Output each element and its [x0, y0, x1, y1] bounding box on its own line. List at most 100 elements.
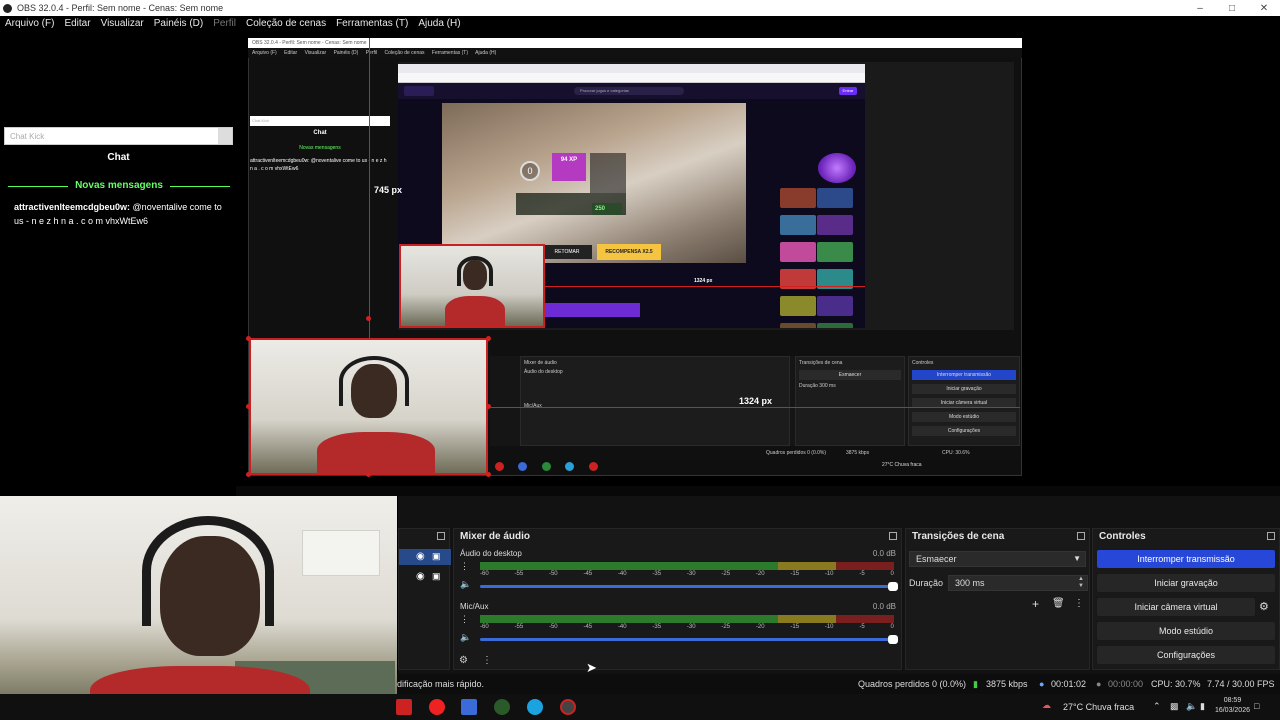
resize-handle[interactable]	[246, 404, 251, 409]
games-grid	[780, 188, 858, 328]
obs-window: OBS 32.0.4 - Perfil: Sem nome - Cenas: S…	[0, 0, 1280, 720]
nested-transitions: Transições de cena Esmaecer Duração 300 …	[795, 356, 905, 446]
speaker-icon[interactable]: 🔈	[1186, 701, 1197, 712]
person-shirt	[445, 296, 505, 326]
edge-icon[interactable]	[527, 699, 543, 715]
float-dock-icon[interactable]	[1077, 532, 1085, 540]
kebab-menu-icon[interactable]: ⋮	[1074, 598, 1084, 609]
trash-icon[interactable]: 🗑	[1052, 598, 1065, 609]
hud-xp: 94 XP	[552, 153, 586, 181]
chat-placeholder: Chat Kick	[10, 132, 45, 141]
resize-handle[interactable]	[486, 336, 491, 341]
stream-icon: ●	[1039, 679, 1045, 689]
stop-stream-button[interactable]: Interromper transmissão	[1097, 550, 1275, 568]
volume-slider[interactable]	[480, 582, 898, 591]
menu-arquivo[interactable]: Arquivo (F)	[0, 16, 59, 32]
menu-ferramentas[interactable]: Ferramentas (T)	[331, 16, 413, 32]
person-head	[351, 364, 397, 418]
volume-slider[interactable]	[480, 635, 898, 644]
clock-time: 08:59	[1223, 697, 1242, 704]
eye-icon[interactable]: ◉	[416, 551, 425, 562]
close-icon[interactable]: ✕	[1248, 3, 1280, 14]
network-icon[interactable]: ▩	[1170, 701, 1179, 712]
menu-colecao-cenas[interactable]: Coleção de cenas	[241, 16, 331, 32]
resize-handle[interactable]	[246, 472, 251, 477]
maximize-icon[interactable]: □	[1216, 3, 1248, 14]
explorer-icon[interactable]	[461, 699, 477, 715]
nested-status: Quadros perdidos 0 (0.0%) 3875 kbps CPU:…	[490, 448, 1020, 458]
nested-cpu: CPU: 30.6%	[942, 450, 970, 456]
float-dock-icon[interactable]	[889, 532, 897, 540]
dock-splitter[interactable]	[236, 486, 1280, 496]
speaker-icon[interactable]: 🔈	[460, 579, 471, 590]
nested-menu-item: Ferramentas (T)	[431, 50, 469, 56]
lock-icon[interactable]: ▣	[432, 571, 441, 582]
kebab-menu-icon[interactable]: ⋮	[460, 561, 469, 572]
guide-nested-label: 1324 px	[694, 278, 713, 284]
nested-fade: Esmaecer	[799, 370, 901, 380]
slider-knob[interactable]	[888, 582, 898, 591]
resize-handle[interactable]	[366, 316, 371, 321]
gear-icon[interactable]: ⚙	[1259, 598, 1273, 616]
menu-ajuda[interactable]: Ajuda (H)	[413, 16, 465, 32]
source-row-selected[interactable]: ◉ ▣	[399, 549, 451, 565]
start-recording-button[interactable]: Iniciar gravação	[1097, 574, 1275, 592]
plus-icon[interactable]: +	[1032, 597, 1039, 611]
gear-icon[interactable]: ⚙	[459, 655, 468, 666]
site-header: Procurar jogos e categorias Entrar	[398, 83, 865, 99]
channel-name: Mic/Aux	[460, 602, 489, 611]
transition-select[interactable]: Esmaecer ▼	[909, 551, 1086, 567]
resize-handle[interactable]	[246, 336, 251, 341]
app-icon	[565, 462, 575, 471]
channel-db: 0.0 dB	[872, 549, 896, 558]
store-icon[interactable]	[396, 699, 412, 715]
obs-icon[interactable]	[560, 699, 576, 715]
resize-handle[interactable]	[486, 472, 491, 477]
settings-button[interactable]: Configurações	[1097, 646, 1275, 664]
clock[interactable]: 08:59 16/03/2026	[1215, 696, 1250, 716]
menu-perfil[interactable]: Perfil	[208, 16, 241, 32]
webcam-source-selected[interactable]	[249, 338, 488, 475]
float-dock-icon[interactable]	[437, 532, 445, 540]
menu-editar[interactable]: Editar	[59, 16, 95, 32]
opera-icon[interactable]	[429, 699, 445, 715]
webcam-overlay	[0, 496, 397, 720]
slider-knob[interactable]	[888, 635, 898, 644]
float-dock-icon[interactable]	[1267, 532, 1275, 540]
meter-scale: -60 -55 -50 -45 -40 -35 -30 -25 -20 -15 -10 -5 0	[480, 571, 894, 577]
eye-icon[interactable]: ◉	[416, 571, 425, 582]
chat-clear-button[interactable]	[218, 128, 232, 144]
scale-tick: -45	[583, 624, 593, 630]
divider-line	[170, 186, 230, 187]
kebab-menu-icon[interactable]: ⋮	[482, 655, 492, 666]
studio-mode-button[interactable]: Modo estúdio	[1097, 622, 1275, 640]
minimize-icon[interactable]: –	[1184, 3, 1216, 14]
resize-handle[interactable]	[366, 472, 371, 477]
resize-handle[interactable]	[486, 404, 491, 409]
spinbox-arrows-icon[interactable]: ▲ ▼	[1078, 576, 1084, 590]
game-tile	[817, 296, 853, 316]
menu-visualizar[interactable]: Visualizar	[96, 16, 149, 32]
person-head	[160, 536, 260, 656]
speaker-icon[interactable]: 🔈	[460, 632, 471, 643]
chat-input[interactable]: Chat Kick	[4, 127, 233, 145]
duration-input[interactable]: 300 ms ▲ ▼	[948, 575, 1088, 591]
scale-tick: -60	[480, 624, 489, 630]
start-vcam-button[interactable]: Iniciar câmera virtual	[1097, 598, 1255, 616]
game-tile	[817, 242, 853, 262]
kebab-menu-icon[interactable]: ⋮	[460, 614, 469, 625]
xbox-icon[interactable]	[494, 699, 510, 715]
source-row[interactable]: ◉ ▣	[399, 569, 451, 585]
scale-tick: -15	[790, 624, 800, 630]
notification-icon[interactable]: □	[1254, 701, 1259, 711]
dropped-frames: Quadros perdidos 0 (0.0%)	[858, 679, 967, 689]
guide-horizontal	[490, 407, 1020, 408]
scale-tick: 0	[890, 624, 894, 630]
game-tile	[817, 323, 853, 328]
tray-chevron-icon[interactable]: ⌃	[1153, 701, 1161, 712]
lock-icon[interactable]: ▣	[432, 551, 441, 562]
menu-paineis[interactable]: Painéis (D)	[149, 16, 208, 32]
nested-settings-button: Configurações	[912, 426, 1016, 436]
fps: 7.74 / 30.00 FPS	[1207, 679, 1275, 689]
battery-icon[interactable]: ▮	[1200, 701, 1205, 712]
